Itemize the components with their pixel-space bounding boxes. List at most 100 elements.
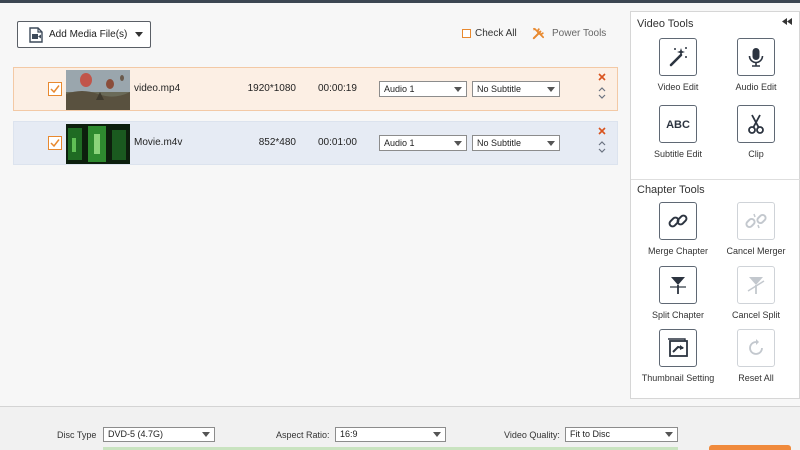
cancel-split-icon-box [737, 266, 775, 304]
chevron-down-icon [433, 432, 441, 437]
video-quality-select[interactable]: Fit to Disc [565, 427, 678, 442]
chevron-down-icon [547, 141, 555, 146]
tools-panel: Video Tools Video Edit Audio Edit ABC Su… [630, 11, 800, 399]
subtitle-value: No Subtitle [477, 84, 522, 94]
file-list-area: Add Media File(s) Check All Power Tools [0, 3, 628, 406]
video-edit-button[interactable]: Video Edit [639, 38, 717, 93]
check-all-checkbox[interactable] [462, 29, 471, 38]
video-edit-label: Video Edit [657, 82, 699, 92]
audio-track-select[interactable]: Audio 1 [379, 81, 467, 97]
file-row[interactable]: video.mp4 1920*1080 00:00:19 Audio 1 No … [13, 67, 618, 111]
thumbnail-setting-label: Thumbnail Setting [641, 373, 715, 383]
merge-chapter-button[interactable]: Merge Chapter [639, 202, 717, 257]
checkmark-icon [50, 139, 60, 148]
split-icon [670, 277, 686, 294]
scissors-icon [748, 114, 764, 134]
check-all-label: Check All [475, 28, 517, 39]
check-all-toggle[interactable]: Check All [462, 28, 517, 39]
disc-type-value: DVD-5 (4.7G) [108, 429, 164, 439]
magic-wand-icon [669, 47, 687, 67]
audio-track-value: Audio 1 [384, 138, 415, 148]
cancel-merger-label: Cancel Merger [726, 246, 786, 256]
video-edit-icon-box [659, 38, 697, 76]
subtitle-select[interactable]: No Subtitle [472, 135, 560, 151]
subtitle-value: No Subtitle [477, 138, 522, 148]
chevron-down-icon [454, 141, 462, 146]
aspect-ratio-value: 16:9 [340, 429, 358, 439]
reorder-icon[interactable] [597, 85, 607, 101]
chevron-down-icon [547, 87, 555, 92]
subtitle-edit-label: Subtitle Edit [653, 149, 703, 159]
panel-divider [631, 179, 800, 180]
chevron-down-icon[interactable] [135, 32, 144, 37]
abc-icon: ABC [666, 119, 690, 131]
subtitle-edit-button[interactable]: ABC Subtitle Edit [639, 105, 717, 160]
chevron-down-icon [202, 432, 210, 437]
video-thumbnail [66, 70, 130, 110]
aspect-ratio-label: Aspect Ratio: [276, 430, 330, 440]
clip-label: Clip [748, 149, 764, 159]
collapse-panel-icon[interactable] [781, 17, 793, 26]
delete-icon[interactable] [597, 126, 607, 136]
tools-icon [532, 27, 545, 40]
file-name: video.mp4 [134, 83, 181, 94]
delete-icon[interactable] [597, 72, 607, 82]
power-tools-label: Power Tools [552, 28, 607, 39]
file-duration: 00:00:19 [318, 83, 357, 94]
row-checkbox[interactable] [48, 82, 62, 96]
disc-type-select[interactable]: DVD-5 (4.7G) [103, 427, 215, 442]
output-settings-bar: Disc Type DVD-5 (4.7G) Aspect Ratio: 16:… [0, 406, 800, 450]
thumbnail-setting-button[interactable]: Thumbnail Setting [639, 329, 717, 384]
cancel-merger-button[interactable]: Cancel Merger [717, 202, 795, 257]
file-resolution: 852*480 [258, 137, 296, 148]
video-tools-title: Video Tools [637, 18, 694, 30]
file-name: Movie.m4v [134, 137, 183, 148]
merge-chapter-label: Merge Chapter [647, 246, 709, 256]
burn-button[interactable] [709, 445, 791, 450]
broken-link-icon [745, 213, 767, 229]
audio-track-value: Audio 1 [384, 84, 415, 94]
thumbnail-icon [668, 338, 688, 357]
reset-all-icon-box [737, 329, 775, 367]
video-quality-value: Fit to Disc [570, 429, 611, 439]
add-media-button[interactable]: Add Media File(s) [17, 21, 151, 48]
cancel-split-icon [747, 277, 765, 294]
audio-track-select[interactable]: Audio 1 [379, 135, 467, 151]
add-file-icon [29, 26, 43, 43]
split-chapter-icon-box [659, 266, 697, 304]
chapter-tools-title: Chapter Tools [637, 184, 705, 196]
chevron-down-icon [454, 87, 462, 92]
cancel-merger-icon-box [737, 202, 775, 240]
subtitle-edit-icon-box: ABC [659, 105, 697, 143]
row-checkbox[interactable] [48, 136, 62, 150]
disc-type-label: Disc Type [57, 430, 97, 440]
aspect-ratio-select[interactable]: 16:9 [335, 427, 446, 442]
split-chapter-button[interactable]: Split Chapter [639, 266, 717, 321]
file-duration: 00:01:00 [318, 137, 357, 148]
microphone-icon [748, 48, 764, 67]
reset-all-button[interactable]: Reset All [717, 329, 795, 384]
cancel-split-button[interactable]: Cancel Split [717, 266, 795, 321]
link-icon [668, 214, 688, 228]
chevron-down-icon [665, 432, 673, 437]
audio-edit-button[interactable]: Audio Edit [717, 38, 795, 93]
checkmark-icon [50, 85, 60, 94]
reorder-icon[interactable] [597, 139, 607, 155]
merge-chapter-icon-box [659, 202, 697, 240]
audio-edit-label: Audio Edit [735, 82, 777, 92]
subtitle-select[interactable]: No Subtitle [472, 81, 560, 97]
add-media-label: Add Media File(s) [49, 29, 128, 40]
video-thumbnail [66, 124, 130, 164]
clip-icon-box [737, 105, 775, 143]
reset-icon [749, 339, 763, 355]
file-resolution: 1920*1080 [247, 83, 296, 94]
thumbnail-setting-icon-box [659, 329, 697, 367]
audio-edit-icon-box [737, 38, 775, 76]
power-tools-button[interactable]: Power Tools [531, 26, 606, 41]
clip-button[interactable]: Clip [717, 105, 795, 160]
file-row[interactable]: Movie.m4v 852*480 00:01:00 Audio 1 No Su… [13, 121, 618, 165]
video-quality-label: Video Quality: [504, 430, 560, 440]
split-chapter-label: Split Chapter [651, 310, 705, 320]
svg-text:ABC: ABC [666, 119, 690, 131]
reset-all-label: Reset All [738, 373, 774, 383]
